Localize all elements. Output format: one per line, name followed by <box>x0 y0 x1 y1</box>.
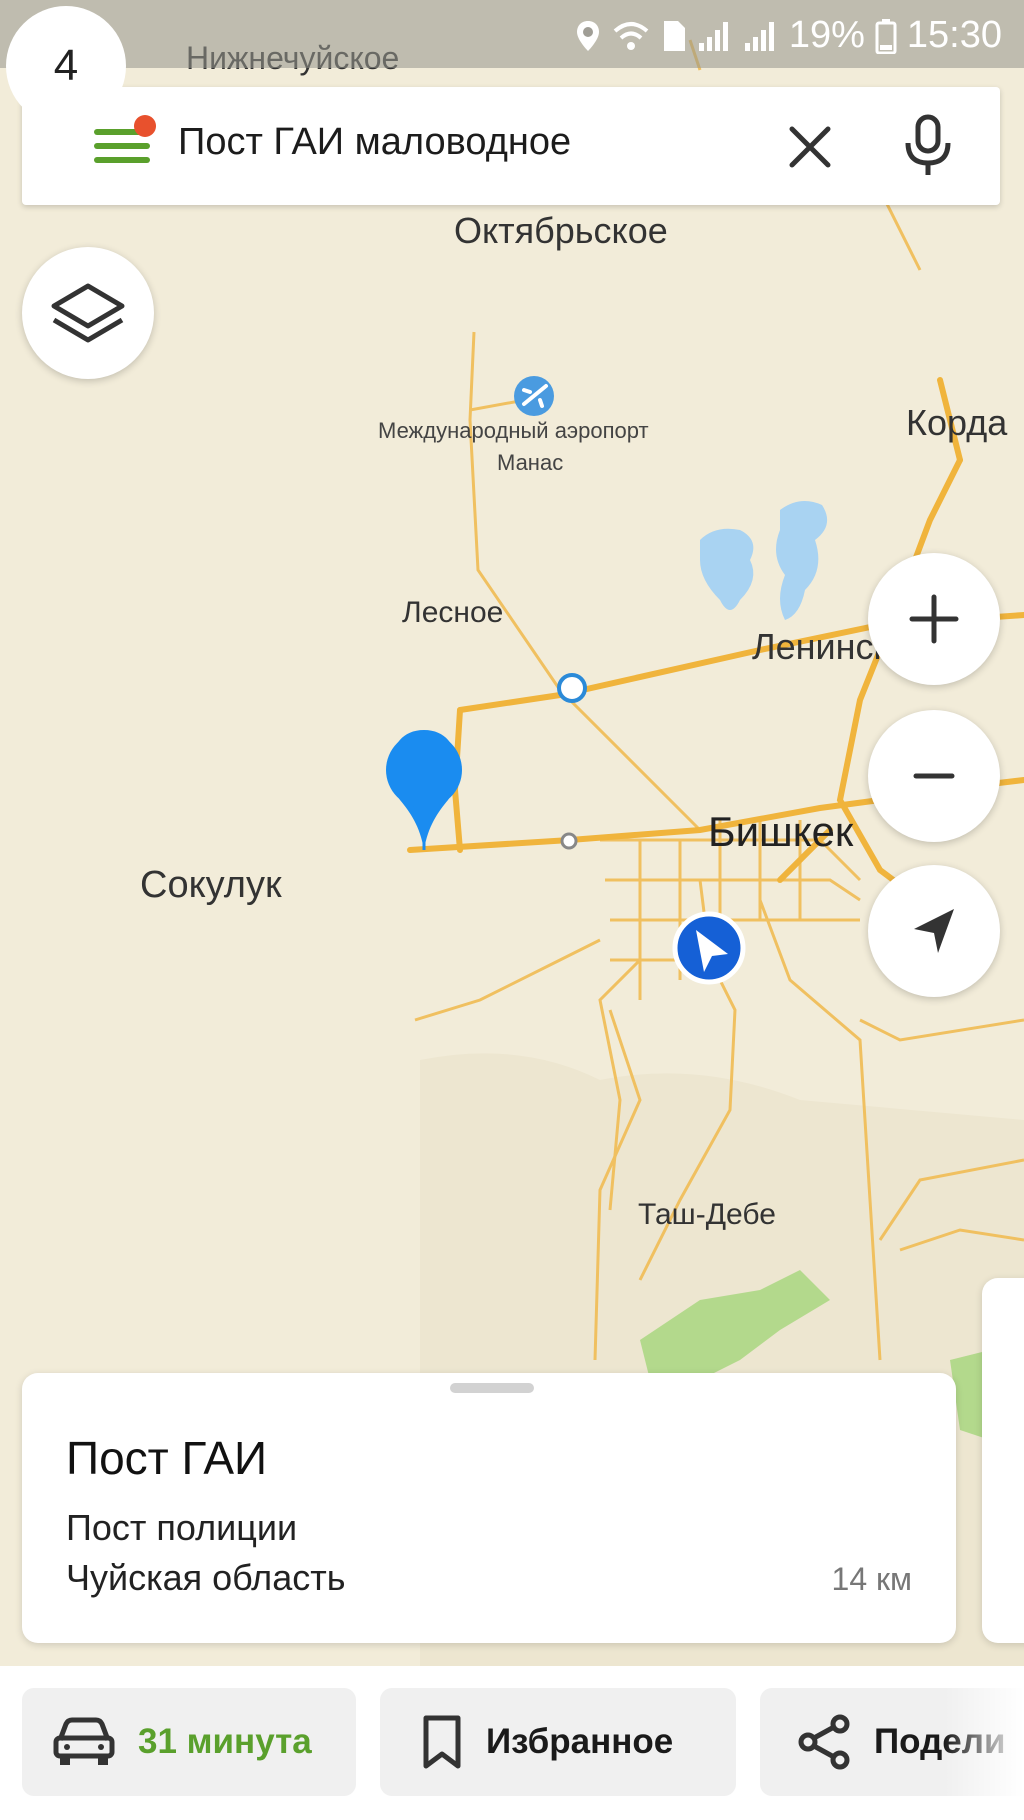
close-icon[interactable] <box>780 117 840 177</box>
place-distance: 14 км <box>831 1561 912 1597</box>
signal-icon <box>698 21 728 51</box>
next-card-peek[interactable] <box>982 1278 1024 1643</box>
drag-handle[interactable] <box>450 1383 534 1393</box>
share-icon <box>798 1714 850 1770</box>
map-label-korday: Корда <box>906 402 1008 443</box>
bookmark-icon <box>423 1715 461 1769</box>
map-label-airport[interactable]: Международный аэропорт <box>378 418 649 444</box>
transit-node <box>557 673 587 703</box>
sim-icon <box>663 20 685 51</box>
microphone-icon[interactable] <box>898 113 958 179</box>
place-category: Пост полиции <box>66 1507 298 1548</box>
status-bar: 19% 15:30 <box>0 0 1024 68</box>
map-label-bishkek: Бишкек <box>708 808 854 855</box>
scroll-fade <box>944 1666 1024 1820</box>
search-input[interactable]: Пост ГАИ маловодное <box>178 121 571 164</box>
route-time-label: 31 минута <box>138 1722 312 1761</box>
map-label-airport-name[interactable]: Манас <box>497 450 563 476</box>
favorite-label: Избранное <box>486 1722 674 1761</box>
route-button[interactable]: 31 минута <box>22 1688 356 1796</box>
transit-node <box>560 832 578 850</box>
place-card[interactable]: Пост ГАИ Пост полиции Чуйская область 14… <box>22 1373 956 1643</box>
navigation-arrow-icon[interactable] <box>868 865 1000 997</box>
battery-percent: 19% <box>788 14 865 56</box>
clock: 15:30 <box>906 14 1002 56</box>
user-location-icon <box>672 911 746 985</box>
search-bar[interactable]: Пост ГАИ маловодное <box>22 87 1000 205</box>
action-bar: 31 минута Избранное Подели <box>0 1666 1024 1820</box>
place-title: Пост ГАИ <box>66 1432 268 1484</box>
favorite-button[interactable]: Избранное <box>380 1688 736 1796</box>
notification-dot <box>134 115 156 137</box>
airplane-icon <box>514 376 554 416</box>
signal-icon-2 <box>744 21 774 51</box>
map-label-lesnoe: Лесное <box>402 596 504 629</box>
layers-icon[interactable] <box>22 247 154 379</box>
battery-icon <box>875 18 897 54</box>
minus-icon[interactable] <box>868 710 1000 842</box>
wifi-icon <box>613 21 649 50</box>
place-region: Чуйская область <box>66 1557 346 1598</box>
results-count: 4 <box>6 6 126 126</box>
car-icon <box>53 1717 115 1765</box>
map-label-sokuluk: Сокулук <box>140 864 282 906</box>
plus-icon[interactable] <box>868 553 1000 685</box>
map-label-tash-debe: Таш-Дебе <box>638 1198 776 1231</box>
menu-icon[interactable] <box>62 115 156 177</box>
map-label-oktyabrskoe: Октябрьское <box>454 210 668 251</box>
location-icon <box>576 20 599 51</box>
